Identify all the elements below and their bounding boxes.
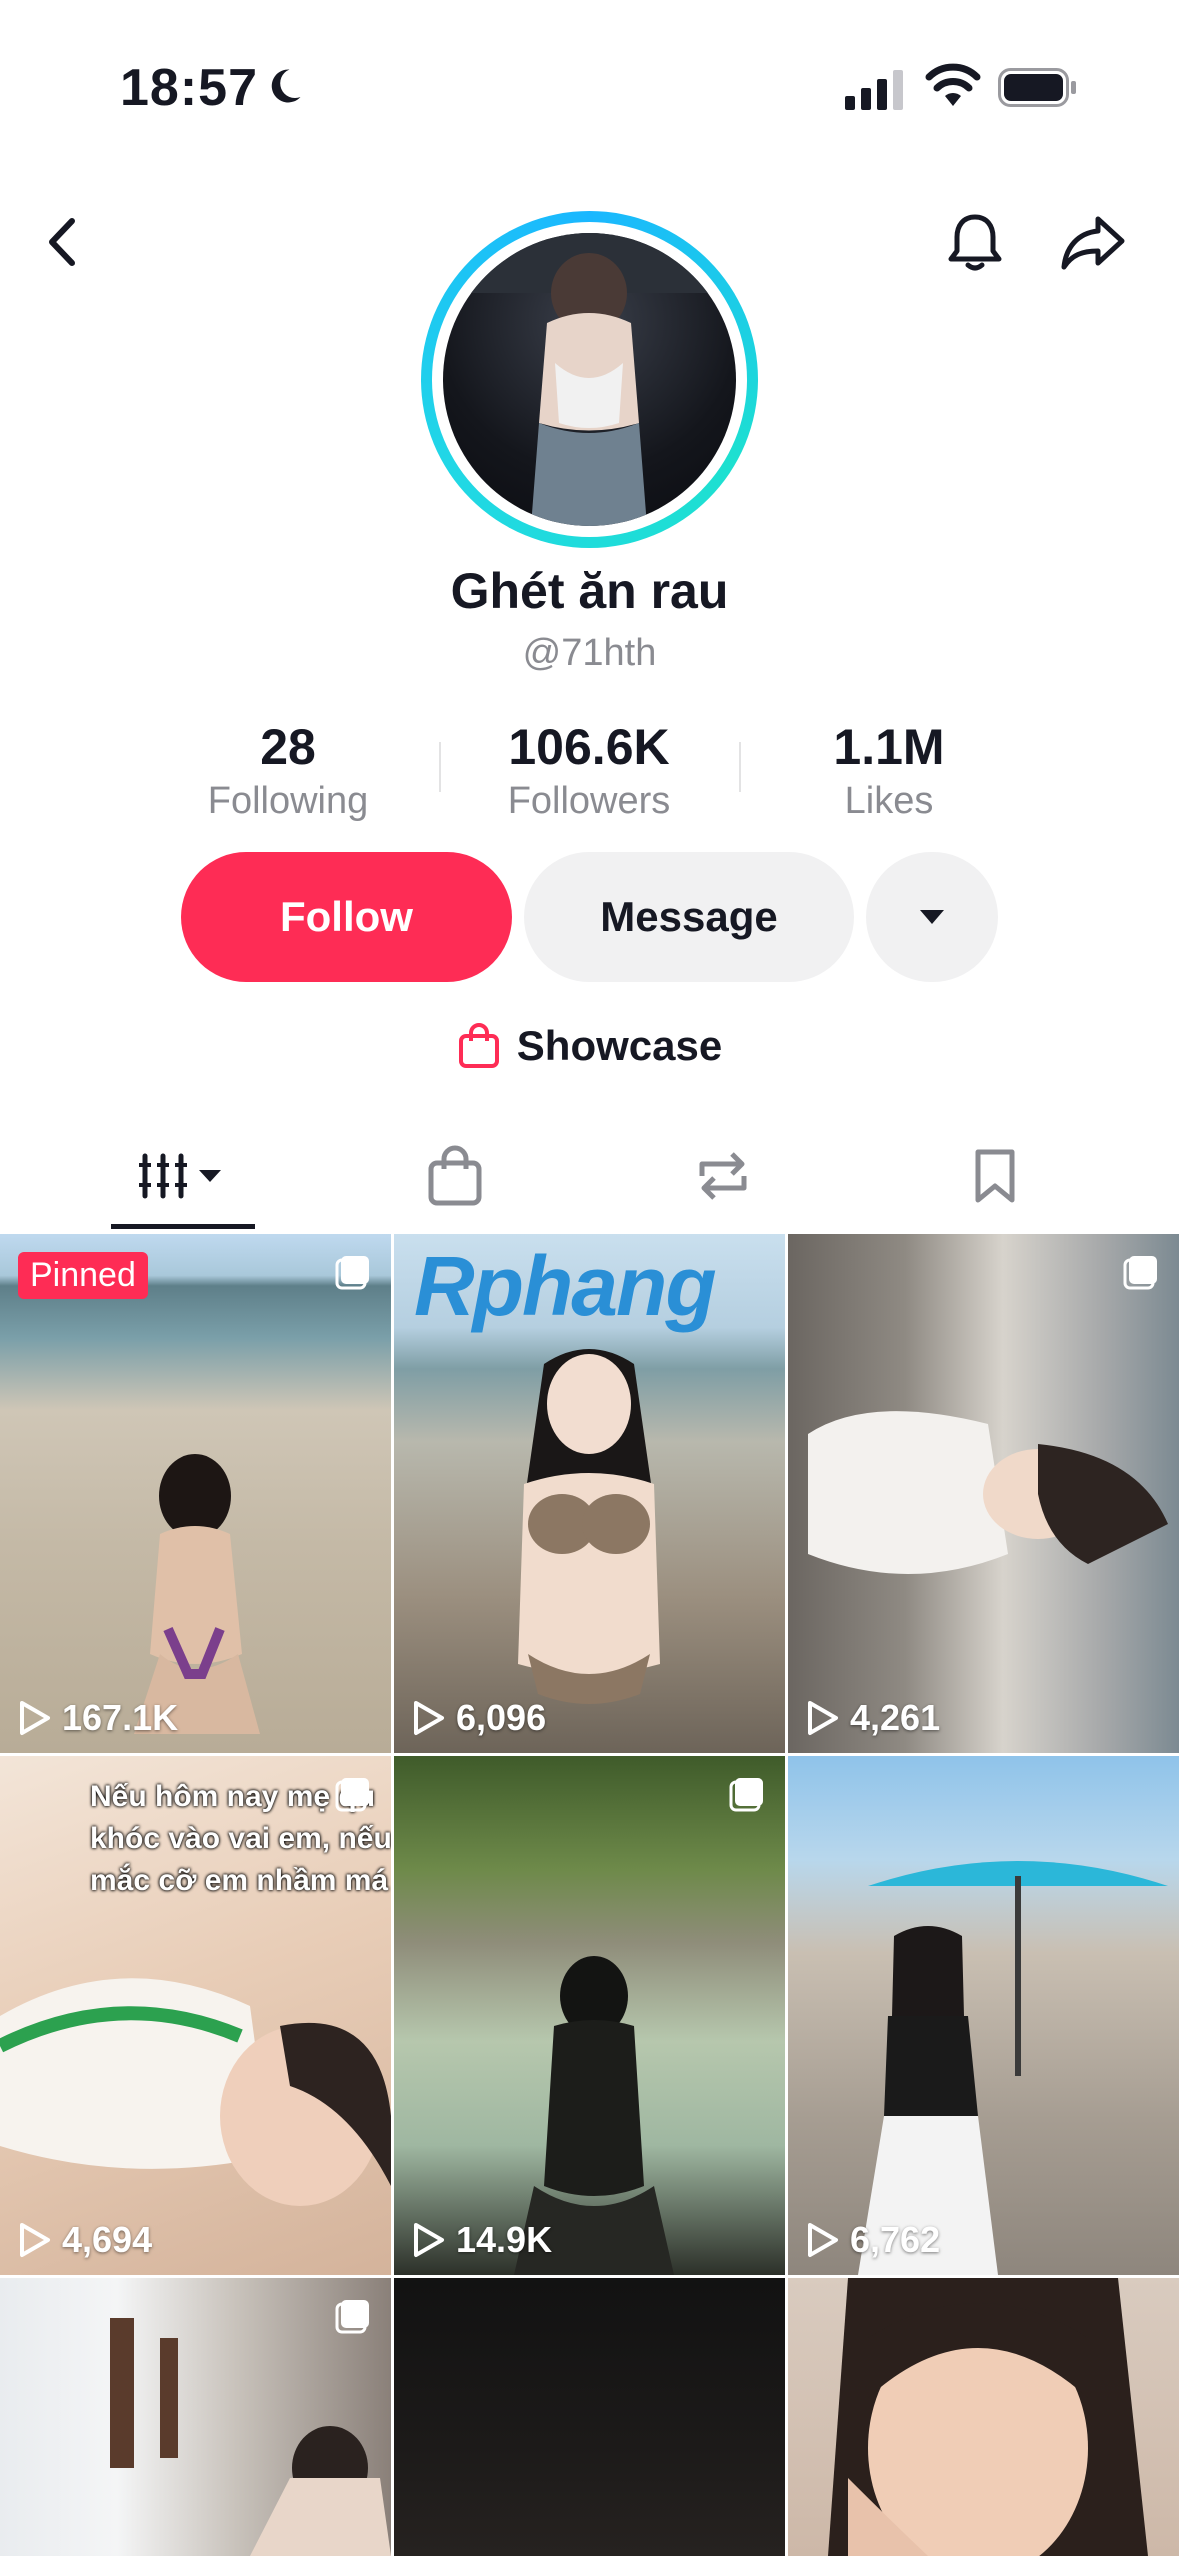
video-thumbnail[interactable]: Nếu hôm nay mẹ qu khóc vào vai em, nếu m… — [0, 1756, 391, 2275]
following-label: Following — [207, 780, 369, 822]
tab-videos[interactable] — [111, 1120, 255, 1232]
showcase-label: Showcase — [516, 1022, 723, 1069]
video-thumbnail[interactable] — [788, 2278, 1179, 2556]
view-count-label: 14.9K — [456, 2219, 553, 2260]
pinned-badge: Pinned — [18, 1252, 148, 1299]
cellular-signal-icon — [845, 70, 903, 110]
followers-count: 106.6K — [508, 719, 670, 775]
view-count-label: 4,694 — [62, 2219, 153, 2260]
multi-photo-icon — [335, 2300, 369, 2334]
tab-shop[interactable] — [392, 1120, 517, 1232]
stat-likes[interactable]: 1.1M Likes — [739, 718, 1039, 823]
avatar[interactable] — [421, 211, 758, 548]
battery-icon — [998, 68, 1076, 107]
followers-label: Followers — [507, 780, 671, 822]
shopping-bag-icon — [458, 1023, 499, 1068]
following-count: 28 — [260, 719, 316, 775]
play-icon — [414, 1701, 444, 1735]
grid-videos-icon — [139, 1153, 221, 1199]
username: @71hth — [522, 632, 657, 674]
view-count: 167.1K — [16, 1697, 178, 1739]
moon-icon — [271, 69, 301, 103]
thumbnail-figure — [808, 1411, 1168, 1574]
video-thumbnail[interactable] — [394, 2278, 785, 2556]
video-thumbnail[interactable]: Rphang 6,096 — [394, 1234, 785, 1753]
stat-followers[interactable]: 106.6K Followers — [439, 718, 739, 823]
view-count: 6,762 — [804, 2219, 940, 2261]
message-button[interactable]: Message — [524, 852, 854, 982]
play-icon — [808, 1701, 838, 1735]
shop-bag-icon — [428, 1145, 481, 1206]
display-name: Ghét ăn rau — [450, 563, 729, 619]
content-tabs — [0, 1120, 1179, 1232]
view-count-label: 167.1K — [62, 1697, 179, 1738]
thumbnail-figure — [828, 2278, 1148, 2556]
multi-photo-icon — [335, 1256, 369, 1290]
play-icon — [20, 1701, 50, 1735]
multi-photo-icon — [729, 1778, 763, 1812]
bell-icon[interactable] — [940, 207, 1010, 277]
view-count: 4,261 — [804, 1697, 940, 1739]
video-thumbnail[interactable]: Pinned 167.1K — [0, 1234, 391, 1753]
view-count-label: 6,096 — [456, 1697, 547, 1738]
repost-icon — [699, 1152, 746, 1200]
multi-photo-icon — [335, 1778, 369, 1812]
thumbnail-figure — [858, 1861, 1168, 2275]
stat-following[interactable]: 28 Following — [138, 718, 438, 823]
back-arrow-icon[interactable] — [30, 207, 100, 277]
avatar-photo — [443, 233, 736, 526]
caret-down-icon — [920, 910, 944, 924]
view-count: 4,694 — [16, 2219, 152, 2261]
status-time: 18:57 — [120, 59, 258, 117]
video-thumbnail[interactable]: 6,762 — [788, 1756, 1179, 2275]
view-count-label: 6,762 — [850, 2219, 941, 2260]
view-count-label: 4,261 — [850, 1697, 941, 1738]
follow-button[interactable]: Follow — [181, 852, 512, 982]
video-thumbnail[interactable]: 14.9K — [394, 1756, 785, 2275]
view-count: 14.9K — [410, 2219, 552, 2261]
likes-count: 1.1M — [833, 719, 945, 775]
video-thumbnail[interactable] — [0, 2278, 391, 2556]
play-icon — [20, 2223, 50, 2257]
share-icon[interactable] — [1058, 207, 1128, 277]
likes-label: Likes — [844, 780, 934, 822]
wifi-icon — [925, 63, 981, 106]
watermark-text: Rphang — [414, 1239, 717, 1333]
suggested-accounts-button[interactable] — [866, 852, 998, 982]
play-icon — [414, 2223, 444, 2257]
active-tab-indicator — [111, 1224, 255, 1229]
tab-saved[interactable] — [932, 1120, 1057, 1232]
thumbnail-figure — [518, 1349, 660, 1704]
multi-photo-icon — [1123, 1256, 1157, 1290]
showcase-link[interactable]: Showcase — [0, 1022, 1179, 1070]
play-icon — [808, 2223, 838, 2257]
bookmark-icon — [975, 1149, 1014, 1203]
tab-reposts[interactable] — [660, 1120, 785, 1232]
thumbnail-figure — [0, 1978, 391, 2206]
view-count: 6,096 — [410, 1697, 546, 1739]
video-thumbnail[interactable]: 4,261 — [788, 1234, 1179, 1753]
